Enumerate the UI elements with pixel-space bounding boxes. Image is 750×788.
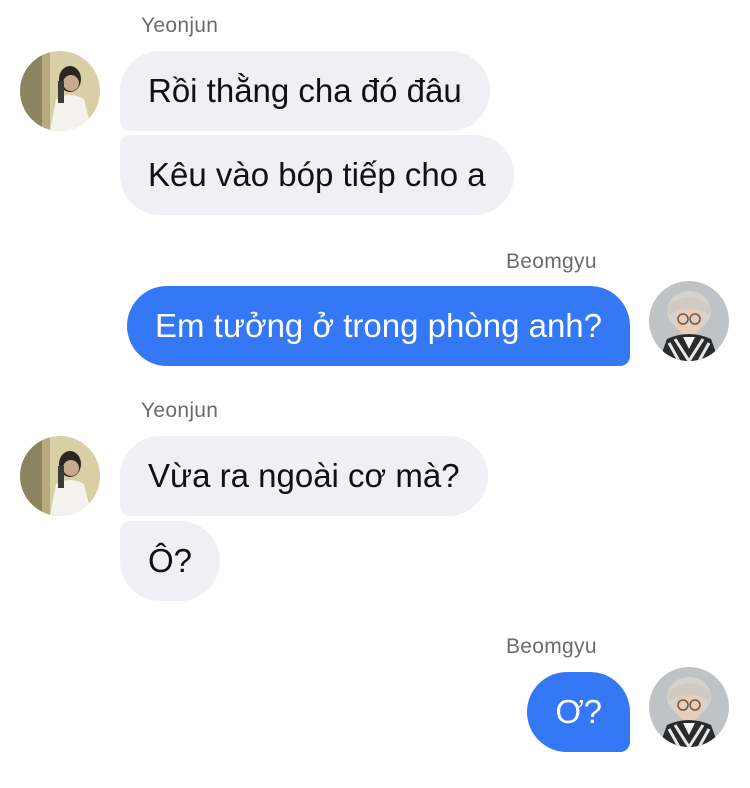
sender-name: Yeonjun	[141, 399, 219, 422]
message-bubble[interactable]: Rồi thằng cha đó đâu	[120, 51, 490, 131]
message-bubble[interactable]: Em tưởng ở trong phòng anh?	[127, 286, 630, 366]
yeonjun-avatar[interactable]	[20, 436, 100, 516]
yeonjun-avatar[interactable]	[20, 51, 100, 131]
sender-name: Beomgyu	[506, 250, 597, 273]
sender-name: Beomgyu	[506, 635, 597, 658]
message-bubble[interactable]: Vừa ra ngoài cơ mà?	[120, 436, 488, 516]
message-bubble[interactable]: Kêu vào bóp tiếp cho a	[120, 135, 514, 215]
sender-name: Yeonjun	[141, 14, 219, 37]
beomgyu-avatar[interactable]	[649, 281, 729, 361]
beomgyu-avatar[interactable]	[649, 667, 729, 747]
message-bubble[interactable]: Ô?	[120, 521, 221, 601]
message-bubble[interactable]: Ơ?	[527, 672, 630, 752]
